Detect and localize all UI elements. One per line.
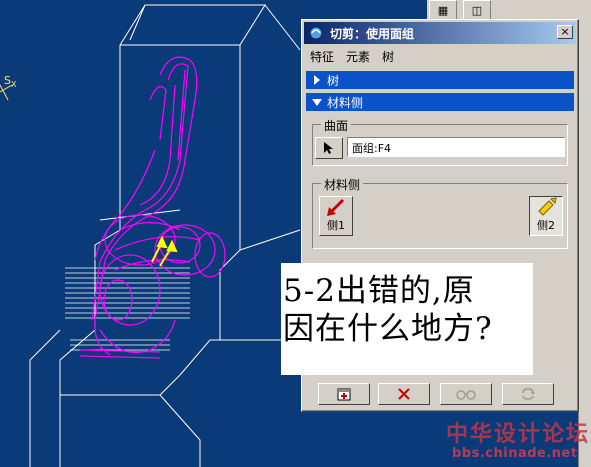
- toolbar-button-2[interactable]: ◫: [463, 0, 491, 20]
- top-right-toolbar: ▦ ◫: [427, 0, 591, 20]
- pointer-arrow-icon: [324, 142, 333, 154]
- preview-button[interactable]: [318, 383, 370, 405]
- section-material-side-label: 材料侧: [327, 95, 364, 110]
- dialog-title: 切剪：使用面组: [330, 26, 415, 41]
- surface-group: 曲面 面组:F4: [312, 117, 568, 166]
- side2-button[interactable]: 侧2: [529, 196, 563, 236]
- repeat-button[interactable]: [502, 383, 554, 405]
- material-side-group: 材料侧 侧1 侧2: [312, 176, 568, 249]
- section-material-side[interactable]: 材料侧: [306, 93, 574, 111]
- side1-label: 侧1: [327, 219, 345, 232]
- material-side-group-label: 材料侧: [321, 176, 364, 193]
- cancel-icon: [398, 388, 410, 400]
- section-tree[interactable]: 树: [306, 71, 574, 89]
- preview-icon: [337, 388, 351, 401]
- menu-element[interactable]: 元素: [340, 48, 376, 65]
- app-icon: [309, 26, 323, 40]
- surface-field[interactable]: 面组:F4: [347, 137, 565, 157]
- question-line-2: 因在什么地方?: [283, 311, 493, 347]
- yellow-flip-arrow-icon: [538, 197, 557, 216]
- expand-arrow-icon: [314, 75, 320, 85]
- watermark-site-name: 中华设计论坛: [446, 421, 591, 447]
- side2-label: 侧2: [537, 219, 555, 232]
- cancel-button[interactable]: [378, 383, 430, 405]
- side1-button[interactable]: 侧1: [319, 196, 353, 236]
- dialog-menubar: 特征 元素 树: [304, 46, 576, 66]
- menu-feature[interactable]: 特征: [304, 48, 340, 65]
- surface-group-label: 曲面: [321, 117, 352, 134]
- select-surface-button[interactable]: [315, 137, 343, 159]
- glasses-icon: [456, 390, 476, 400]
- axis-label: SX: [4, 74, 17, 90]
- question-annotation: 5-2出错的,原 因在什么地方?: [281, 263, 533, 375]
- right-side-strip: [578, 20, 591, 467]
- watermark-site-url: bbs.chinade.net: [452, 446, 578, 461]
- red-arrow-icon: [327, 198, 345, 216]
- menu-tree[interactable]: 树: [376, 48, 400, 65]
- close-button[interactable]: ×: [557, 25, 573, 39]
- verify-button[interactable]: [440, 383, 492, 405]
- section-tree-label: 树: [327, 73, 340, 88]
- dialog-titlebar[interactable]: 切剪：使用面组 ×: [304, 22, 576, 44]
- collapse-arrow-icon: [312, 99, 322, 106]
- toolbar-button-1[interactable]: ▦: [429, 0, 457, 20]
- repeat-icon: [522, 388, 535, 400]
